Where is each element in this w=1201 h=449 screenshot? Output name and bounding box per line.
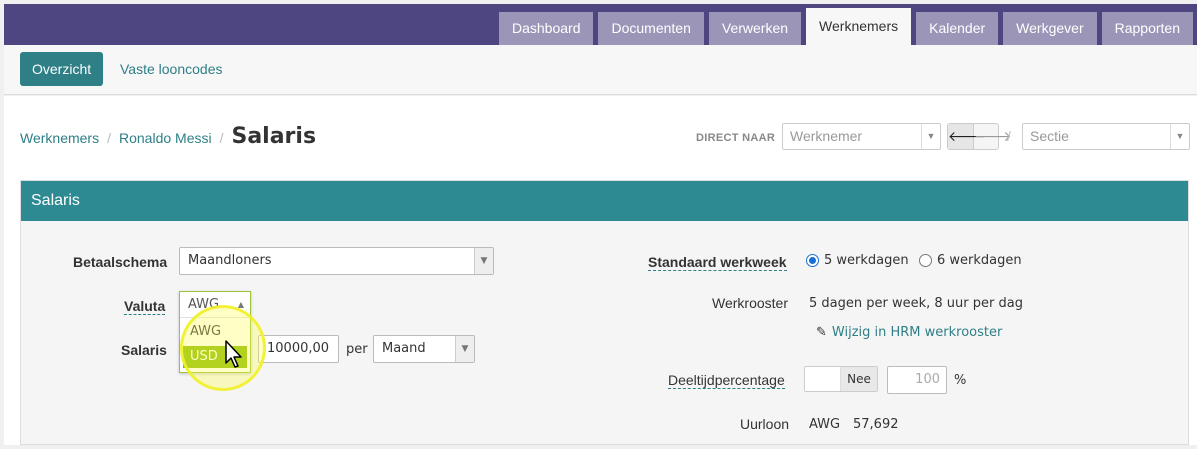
werknemer-select-placeholder: Werknemer	[790, 128, 863, 144]
tab-verwerken[interactable]: Verwerken	[708, 12, 802, 45]
radio-5-label: 5 werkdagen	[824, 253, 909, 268]
tab-documenten[interactable]: Documenten	[598, 12, 704, 45]
betaalschema-label: Betaalschema	[73, 254, 168, 270]
right-edge	[1197, 0, 1201, 449]
arrow-right-icon[interactable]: 🡒	[974, 124, 1012, 149]
valuta-selected[interactable]: AWG ▲	[180, 292, 250, 318]
main-tabs: Dashboard Documenten Verwerken Werknemer…	[494, 8, 1193, 45]
tab-rapporten[interactable]: Rapporten	[1101, 12, 1193, 45]
overzicht-button[interactable]: Overzicht	[20, 52, 104, 86]
chevron-down-icon: ▼	[474, 248, 493, 274]
period-select[interactable]: Maand ▼	[373, 335, 475, 363]
salaris-label: Salaris	[121, 342, 167, 358]
direct-naar-label: DIRECT NAAR	[696, 132, 776, 144]
tab-kalender[interactable]: Kalender	[916, 12, 999, 45]
radio-6-label: 6 werkdagen	[937, 253, 1022, 268]
salaris-amount-input[interactable]: 10000,00	[258, 335, 339, 363]
breadcrumb-separator: /	[219, 130, 224, 146]
prev-next-buttons: 🡐 🡒	[947, 123, 1012, 150]
uurloon-value: 57,692	[853, 417, 899, 432]
radio-5-werkdagen[interactable]: 5 werkdagen	[806, 253, 909, 268]
vaste-looncodes-link[interactable]: Vaste looncodes	[108, 52, 234, 86]
salaris-panel: Salaris Betaalschema Maandloners ▼ Valut…	[20, 180, 1189, 445]
werkrooster-value: 5 dagen per week, 8 uur per dag	[809, 296, 1023, 311]
uurloon-currency: AWG	[809, 417, 841, 432]
direct-separator: /	[1007, 128, 1011, 144]
breadcrumb-separator: /	[107, 130, 111, 146]
page-title: Salaris	[231, 124, 317, 149]
arrow-left-icon[interactable]: 🡐	[948, 124, 986, 149]
breadcrumb-werknemers[interactable]: Werknemers	[20, 130, 99, 146]
wijzig-werkrooster-text: Wijzig in HRM werkrooster	[831, 325, 1003, 340]
pencil-icon: ✎	[816, 325, 827, 340]
chevron-up-icon: ▲	[237, 300, 244, 309]
valuta-label[interactable]: Valuta	[124, 298, 166, 315]
werknemer-select[interactable]: Werknemer ▼	[782, 123, 941, 150]
breadcrumb-employee[interactable]: Ronaldo Messi	[119, 130, 212, 146]
uurloon-label: Uurloon	[740, 416, 790, 432]
werkweek-label[interactable]: Standaard werkweek	[648, 254, 787, 271]
betaalschema-value: Maandloners	[188, 253, 272, 268]
breadcrumb: Werknemers / Ronaldo Messi / Salaris	[20, 124, 316, 152]
top-navigation-bar: Dashboard Documenten Verwerken Werknemer…	[4, 4, 1197, 45]
werkrooster-label: Werkrooster	[712, 295, 788, 311]
deeltijd-label[interactable]: Deeltijdpercentage	[668, 372, 785, 389]
tab-werkgever[interactable]: Werkgever	[1003, 12, 1097, 45]
toggle-knob	[805, 367, 841, 391]
page-content: Werknemers / Ronaldo Messi / Salaris DIR…	[4, 96, 1197, 445]
chevron-down-icon: ▼	[455, 336, 474, 362]
wijzig-werkrooster-link[interactable]: ✎ Wijzig in HRM werkrooster	[816, 325, 1002, 340]
panel-title: Salaris	[21, 181, 1188, 221]
deeltijd-percent-input[interactable]: 100	[887, 366, 947, 394]
betaalschema-select[interactable]: Maandloners ▼	[179, 247, 494, 275]
sectie-select-placeholder: Sectie	[1030, 128, 1069, 144]
radio-unchecked-icon	[919, 254, 932, 267]
valuta-dropdown[interactable]: AWG ▲ AWG USD	[179, 291, 251, 373]
deeltijd-toggle[interactable]: Nee	[804, 366, 878, 392]
tab-werknemers[interactable]: Werknemers	[806, 8, 912, 45]
radio-checked-icon	[806, 254, 819, 267]
valuta-option-usd[interactable]: USD	[183, 346, 247, 368]
percent-sign: %	[954, 373, 967, 388]
chevron-down-icon: ▼	[1170, 124, 1189, 149]
chevron-down-icon: ▼	[921, 124, 940, 149]
radio-6-werkdagen[interactable]: 6 werkdagen	[919, 253, 1022, 268]
toggle-state: Nee	[841, 367, 877, 391]
per-label: per	[346, 342, 368, 357]
sectie-select[interactable]: Sectie ▼	[1022, 123, 1190, 150]
valuta-option-awg[interactable]: AWG	[183, 321, 247, 343]
valuta-selected-value: AWG	[188, 297, 220, 312]
sub-navigation: Overzicht Vaste looncodes	[4, 45, 1197, 95]
period-value: Maand	[382, 341, 426, 356]
tab-dashboard[interactable]: Dashboard	[498, 12, 594, 45]
